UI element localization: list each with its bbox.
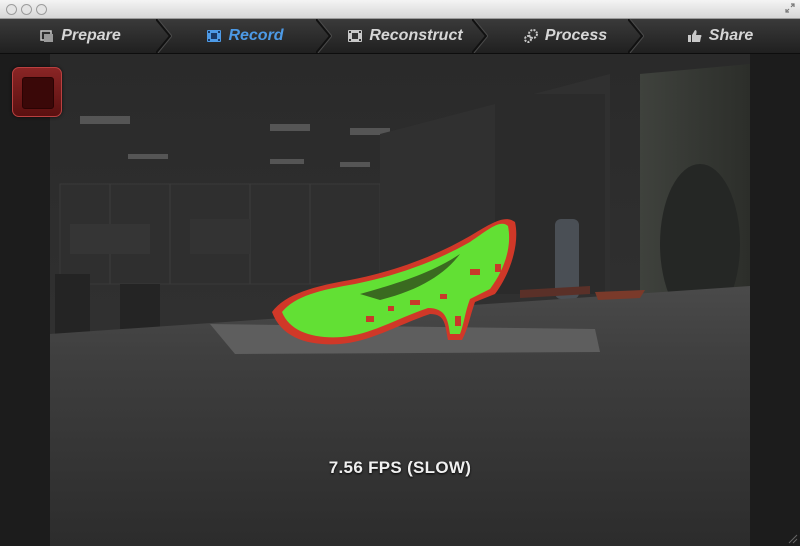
title-bar	[0, 0, 800, 19]
clapper-icon	[347, 28, 363, 44]
app-window: Prepare Record Reconstruct Process Share…	[0, 0, 800, 546]
step-share-label: Share	[708, 27, 754, 44]
stop-icon	[22, 77, 54, 109]
step-share[interactable]: Share	[640, 19, 800, 53]
thumbs-up-icon	[687, 28, 703, 44]
gears-icon	[523, 28, 539, 44]
prepare-icon	[39, 28, 55, 44]
fps-readout: 7.56 FPS (SLOW)	[328, 458, 472, 477]
step-process-label: Process	[544, 27, 608, 44]
main-viewport: 7.56 FPS (SLOW)	[0, 54, 800, 546]
step-process[interactable]: Process	[485, 19, 645, 53]
film-icon	[206, 28, 222, 44]
close-window-button[interactable]	[6, 4, 17, 15]
office-partitions	[59, 183, 381, 285]
minimize-window-button[interactable]	[21, 4, 32, 15]
step-prepare[interactable]: Prepare	[0, 19, 160, 53]
step-reconstruct-label: Reconstruct	[369, 27, 463, 44]
step-record-label: Record	[228, 27, 284, 44]
step-prepare-label: Prepare	[61, 27, 121, 44]
fullscreen-icon[interactable]	[785, 3, 795, 13]
window-frame	[495, 94, 605, 294]
step-reconstruct[interactable]: Reconstruct	[325, 19, 485, 53]
resize-grip-icon[interactable]	[786, 532, 798, 544]
stop-recording-button[interactable]	[12, 67, 62, 117]
paper-sheet	[210, 324, 600, 354]
workflow-toolbar: Prepare Record Reconstruct Process Share	[0, 19, 800, 54]
step-record[interactable]: Record	[165, 19, 325, 53]
zoom-window-button[interactable]	[36, 4, 47, 15]
